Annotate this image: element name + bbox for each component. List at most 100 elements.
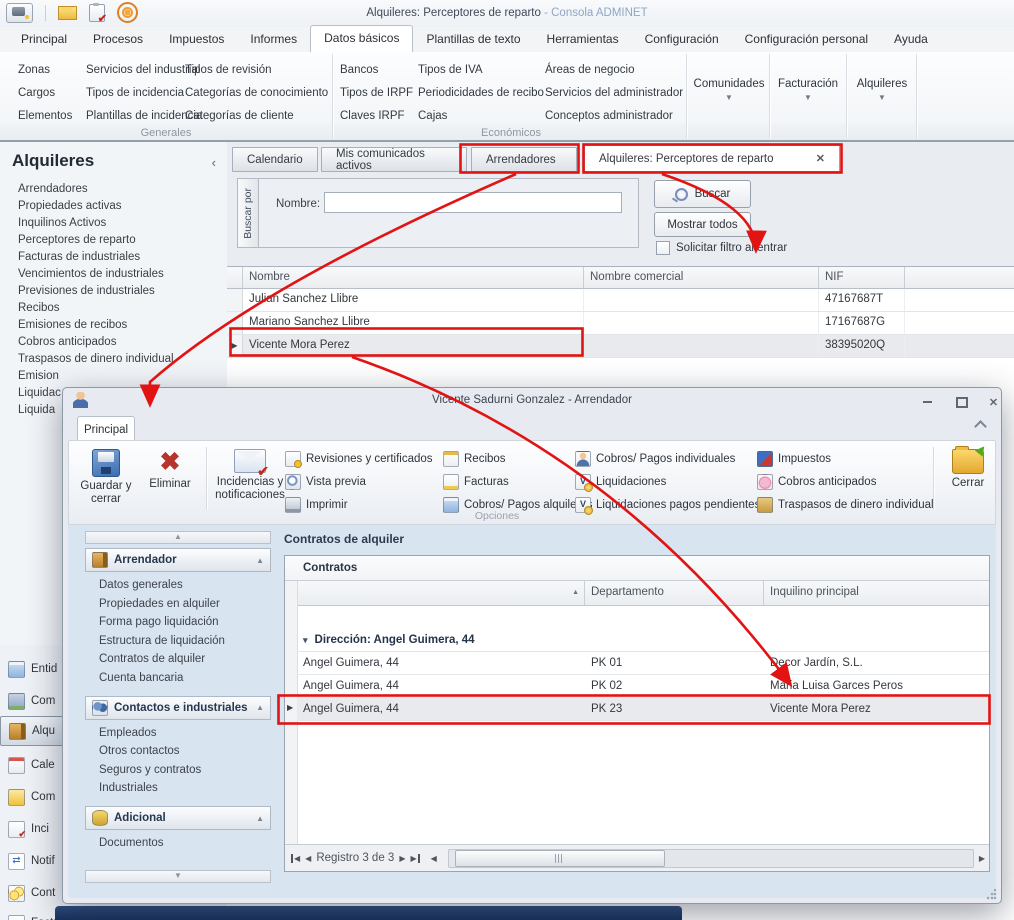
ribbon-link-tipos-irpf[interactable]: Tipos de IRPF: [340, 82, 413, 105]
ribbon-button-alquileres[interactable]: Alquileres ▼: [849, 58, 915, 122]
last-record-button[interactable]: ▶: [410, 853, 420, 863]
sidebar-item-arrendadores[interactable]: Arrendadores: [0, 180, 227, 197]
tab-principal[interactable]: Principal: [8, 27, 80, 52]
ribbon-button-facturacion[interactable]: Facturación ▼: [772, 58, 844, 122]
collapse-icon[interactable]: ▲: [256, 703, 264, 712]
nav-group-arrendador[interactable]: Arrendador ▲: [85, 548, 271, 572]
mostrar-todos-button[interactable]: Mostrar todos: [654, 212, 751, 237]
broadcast-icon[interactable]: [117, 2, 138, 23]
ribbon-button-comunidades[interactable]: Comunidades ▼: [690, 58, 768, 122]
resize-grip[interactable]: [986, 889, 997, 900]
tab-datos-basicos[interactable]: Datos básicos: [310, 25, 414, 52]
nav-item-comunicados[interactable]: Com: [0, 782, 63, 812]
maximize-button[interactable]: [953, 395, 970, 409]
nav-link-forma-pago[interactable]: Forma pago liquidación: [99, 616, 271, 628]
ribbon-link-areas-negocio[interactable]: Áreas de negocio: [545, 59, 683, 82]
doc-tab-comunicados[interactable]: Mis comunicados activos: [321, 147, 467, 172]
cobros-pagos-individuales-button[interactable]: Cobros/ Pagos individuales: [575, 449, 735, 469]
facturas-button[interactable]: Facturas: [443, 472, 509, 492]
column-header-direccion[interactable]: ▲: [297, 581, 585, 605]
buscar-button[interactable]: Buscar: [654, 180, 751, 208]
nav-link-estructura[interactable]: Estructura de liquidación: [99, 635, 271, 647]
nav-group-adicional[interactable]: Adicional ▲: [85, 806, 271, 830]
column-header-nombre[interactable]: Nombre: [243, 267, 584, 289]
nav-item-incidencias[interactable]: Inci: [0, 814, 63, 844]
next-record-button[interactable]: ▶: [399, 854, 405, 863]
nav-link-documentos[interactable]: Documentos: [99, 837, 271, 849]
recibos-button[interactable]: Recibos: [443, 449, 506, 469]
impuestos-button[interactable]: Impuestos: [757, 449, 831, 469]
sidebar-item-propiedades-activas[interactable]: Propiedades activas: [0, 197, 227, 214]
ribbon-link-conceptos-administrador[interactable]: Conceptos administrador: [545, 105, 683, 128]
vista-previa-button[interactable]: Vista previa: [285, 472, 366, 492]
ribbon-collapse-icon[interactable]: [974, 420, 987, 433]
nav-link-industriales[interactable]: Industriales: [99, 782, 271, 794]
horizontal-scrollbar[interactable]: [447, 848, 974, 868]
ribbon-link-zonas[interactable]: Zonas: [18, 59, 72, 82]
scroll-right-button[interactable]: ▶: [979, 854, 985, 863]
solicitar-filtro-checkbox[interactable]: Solicitar filtro al entrar: [656, 241, 787, 255]
tab-plantillas-de-texto[interactable]: Plantillas de texto: [413, 27, 533, 52]
tab-configuracion[interactable]: Configuración: [632, 27, 732, 52]
ribbon-link-periodicidades[interactable]: Periodicidades de recibo: [418, 82, 544, 105]
tab-ayuda[interactable]: Ayuda: [881, 27, 941, 52]
scrollbar-thumb[interactable]: [454, 849, 665, 867]
scroll-down-strip[interactable]: ▼: [85, 870, 271, 883]
nav-item-notificaciones[interactable]: ⇄ Notif: [0, 846, 63, 876]
dialog-tab-principal[interactable]: Principal: [77, 416, 135, 442]
tab-informes[interactable]: Informes: [237, 27, 310, 52]
revisiones-button[interactable]: Revisiones y certificados: [285, 449, 433, 469]
sidebar-item-emision[interactable]: Emision: [0, 367, 227, 384]
app-logo-icon[interactable]: [6, 2, 33, 23]
close-button[interactable]: ✕: [985, 395, 1002, 409]
table-row[interactable]: Angel Guimera, 44 PK 01 Decor Jardín, S.…: [297, 652, 989, 675]
group-row[interactable]: ▾ Dirección: Angel Guimera, 44: [297, 629, 989, 652]
close-icon[interactable]: ✕: [796, 152, 825, 165]
column-header-nombre-comercial[interactable]: Nombre comercial: [584, 267, 819, 289]
nav-link-propiedades[interactable]: Propiedades en alquiler: [99, 598, 271, 610]
sidebar-item-emisiones-recibos[interactable]: Emisiones de recibos: [0, 316, 227, 333]
collapse-icon[interactable]: ▲: [256, 556, 264, 565]
sidebar-item-cobros-anticipados[interactable]: Cobros anticipados: [0, 333, 227, 350]
table-row-selected[interactable]: ▶ Vicente Mora Perez 38395020Q: [227, 335, 1014, 358]
column-header-inquilino[interactable]: Inquilino principal: [764, 581, 989, 605]
scroll-up-strip[interactable]: ▲: [85, 531, 271, 544]
minimize-button[interactable]: [919, 395, 936, 409]
nav-item-entidades[interactable]: Entid: [0, 654, 63, 684]
doc-tab-perceptores[interactable]: Alquileres: Perceptores de reparto ✕: [584, 145, 840, 172]
sidebar-item-facturas-industriales[interactable]: Facturas de industriales: [0, 248, 227, 265]
first-record-button[interactable]: ◀: [291, 853, 300, 863]
sidebar-item-previsiones[interactable]: Previsiones de industriales: [0, 282, 227, 299]
doc-tab-arrendadores[interactable]: Arrendadores: [471, 147, 577, 172]
ribbon-link-cajas[interactable]: Cajas: [418, 105, 544, 128]
search-input[interactable]: [324, 192, 622, 213]
sidebar-item-inquilinos-activos[interactable]: Inquilinos Activos: [0, 214, 227, 231]
tab-procesos[interactable]: Procesos: [80, 27, 156, 52]
nav-link-cuenta-bancaria[interactable]: Cuenta bancaria: [99, 672, 271, 684]
collapse-group-icon[interactable]: ▾: [303, 635, 308, 646]
ribbon-link-elementos[interactable]: Elementos: [18, 105, 72, 128]
ribbon-link-servicios-administrador[interactable]: Servicios del administrador: [545, 82, 683, 105]
tasks-icon[interactable]: [89, 2, 107, 25]
table-row[interactable]: Julian Sanchez Llibre 47167687T: [227, 289, 1014, 312]
table-row-selected[interactable]: Angel Guimera, 44 PK 23 Vicente Mora Per…: [297, 698, 989, 721]
search-side-tab[interactable]: Buscar por: [238, 179, 259, 247]
cobros-anticipados-button[interactable]: Cobros anticipados: [757, 472, 876, 492]
checkbox-icon[interactable]: [656, 241, 670, 255]
ribbon-link-tipos-iva[interactable]: Tipos de IVA: [418, 59, 544, 82]
eliminar-button[interactable]: ✖ Eliminar: [139, 446, 201, 518]
table-row[interactable]: Mariano Sanchez Llibre 17167687G: [227, 312, 1014, 335]
tab-herramientas[interactable]: Herramientas: [534, 27, 632, 52]
guardar-cerrar-button[interactable]: Guardar y cerrar: [75, 446, 137, 518]
nav-link-contratos[interactable]: Contratos de alquiler: [99, 653, 271, 665]
nav-item-calendario[interactable]: Cale: [0, 750, 63, 780]
sidebar-collapse-icon[interactable]: ‹: [212, 155, 216, 170]
column-header-nif[interactable]: NIF: [819, 267, 905, 289]
cerrar-button[interactable]: Cerrar: [939, 439, 997, 518]
tab-impuestos[interactable]: Impuestos: [156, 27, 237, 52]
prev-record-button[interactable]: ◀: [305, 854, 311, 863]
ribbon-link-claves-irpf[interactable]: Claves IRPF: [340, 105, 413, 128]
sidebar-item-vencimientos[interactable]: Vencimientos de industriales: [0, 265, 227, 282]
table-row[interactable]: Angel Guimera, 44 PK 02 Maria Luisa Garc…: [297, 675, 989, 698]
nav-group-contactos[interactable]: Contactos e industriales ▲: [85, 695, 271, 720]
